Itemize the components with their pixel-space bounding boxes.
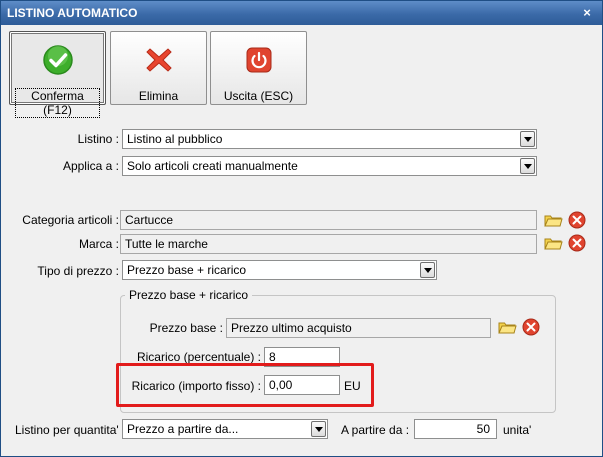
quantity-unit: unita' [503,423,532,437]
clear-icon[interactable] [521,317,541,337]
a-partire-label: A partire da : [341,423,410,437]
check-icon [43,45,73,75]
categoria-label: Categoria articoli : [22,213,119,227]
confirm-label: Conferma (F12) [15,88,100,118]
folder-icon[interactable] [543,210,563,230]
categoria-field: Cartucce [120,210,537,230]
confirm-button[interactable]: Conferma (F12) [9,31,106,118]
close-icon[interactable]: × [580,1,594,25]
ricarico-perc-label: Ricarico (percentuale) : [136,350,261,364]
applica-select[interactable]: Solo articoli creati manualmente [122,156,537,176]
listino-select[interactable]: Listino al pubblico [122,129,537,149]
clear-icon[interactable] [567,233,587,253]
chevron-down-icon[interactable] [520,158,535,174]
a-partire-value: 50 [476,422,490,436]
folder-icon[interactable] [543,233,563,253]
tipo-prezzo-value: Prezzo base + ricarico [127,263,247,277]
marca-label: Marca : [78,237,119,251]
ricarico-perc-value: 8 [269,350,276,364]
group-title: Prezzo base + ricarico [125,288,253,302]
title-bar: LISTINO AUTOMATICO × [1,1,602,25]
listino-value: Listino al pubblico [127,132,223,146]
x-icon [146,48,172,72]
exit-button[interactable]: Uscita (ESC) [210,31,307,105]
tipo-prezzo-label: Tipo di prezzo : [37,264,119,278]
listino-quantita-label: Listino per quantita' : [15,423,126,437]
applica-value: Solo articoli creati manualmente [127,159,298,173]
chevron-down-icon[interactable] [420,262,435,278]
prezzo-base-value: Prezzo ultimo acquisto [231,321,352,335]
prezzo-base-field: Prezzo ultimo acquisto [226,318,491,338]
marca-value: Tutte le marche [125,237,208,251]
marca-field: Tutte le marche [120,234,537,254]
listino-quantita-select[interactable]: Prezzo a partire da... [122,419,328,439]
delete-button[interactable]: Elimina [110,31,207,105]
folder-icon[interactable] [497,317,517,337]
highlight-box [116,363,374,407]
tipo-prezzo-select[interactable]: Prezzo base + ricarico [122,260,437,280]
applica-label: Applica a : [62,159,119,173]
dialog-window: LISTINO AUTOMATICO × Conferma (F12) Elim… [0,0,603,457]
prezzo-base-label: Prezzo base : [149,321,223,335]
chevron-down-icon[interactable] [311,421,326,437]
chevron-down-icon[interactable] [520,131,535,147]
clear-icon[interactable] [567,210,587,230]
listino-label: Listino : [77,132,119,146]
delete-label: Elimina [138,89,179,103]
a-partire-input[interactable]: 50 [414,419,497,439]
listino-quantita-value: Prezzo a partire da... [127,422,239,436]
exit-label: Uscita (ESC) [223,89,294,103]
categoria-value: Cartucce [125,213,174,227]
power-icon [246,47,272,73]
window-title: LISTINO AUTOMATICO [7,6,138,20]
